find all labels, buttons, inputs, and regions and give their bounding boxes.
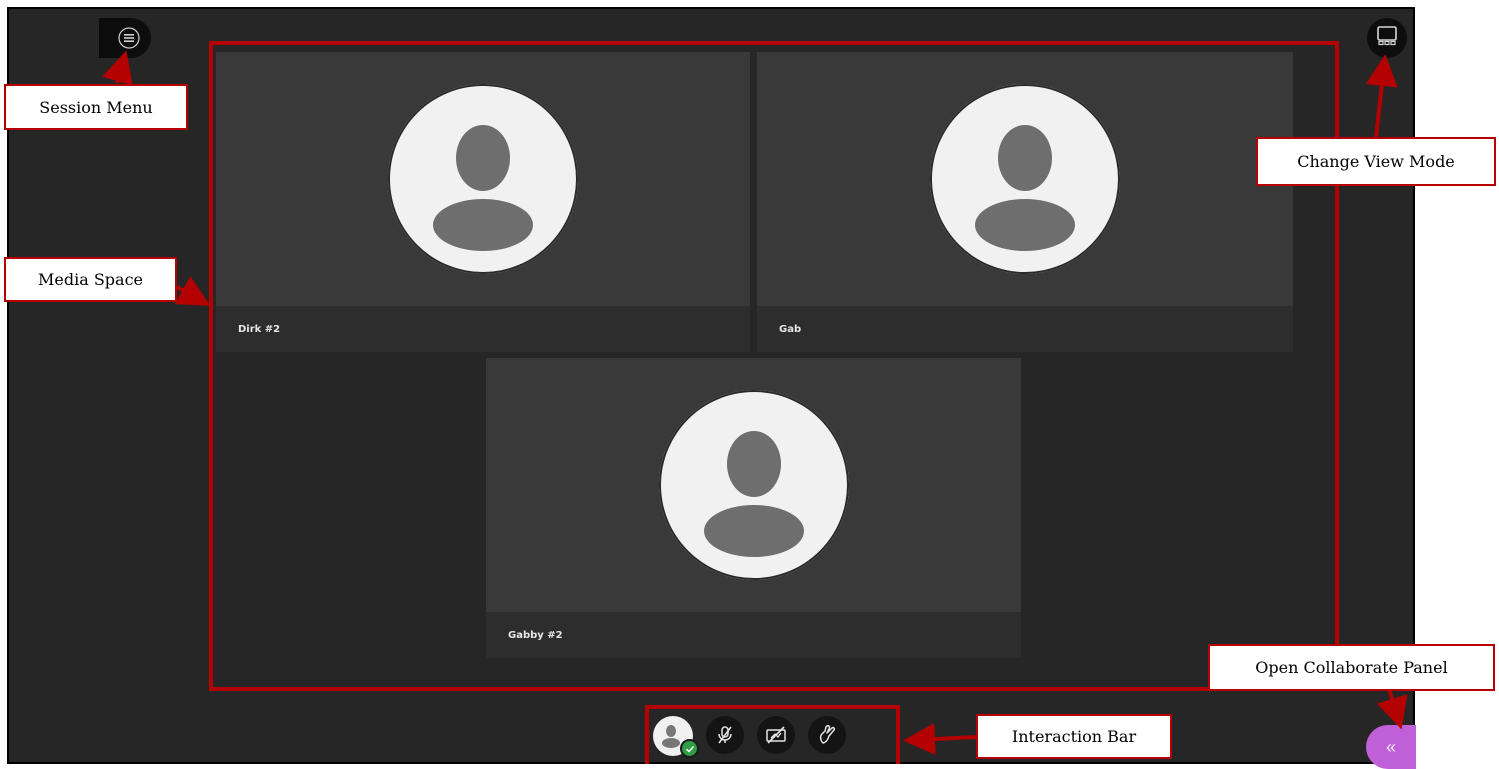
raise-hand-button[interactable]	[808, 716, 846, 754]
person-icon	[975, 125, 1075, 251]
participant-name: Dirk #2	[238, 324, 281, 335]
callout-interaction-bar: Interaction Bar	[976, 714, 1172, 759]
participant-tile[interactable]: Gabby #2	[486, 358, 1021, 658]
camera-button[interactable]	[757, 716, 795, 754]
person-icon	[433, 125, 533, 251]
callout-open-collaborate-panel: Open Collaborate Panel	[1208, 644, 1495, 691]
callout-session-menu: Session Menu	[4, 84, 188, 130]
double-chevron-left-icon: «	[1385, 736, 1396, 757]
open-collaborate-panel-button[interactable]: «	[1366, 725, 1416, 769]
callout-change-view-mode: Change View Mode	[1256, 137, 1496, 186]
camera-off-icon	[766, 726, 786, 744]
participant-tile[interactable]: Dirk #2	[216, 52, 750, 352]
check-icon	[685, 745, 694, 753]
session-menu-button[interactable]	[99, 18, 151, 58]
microphone-muted-icon	[718, 726, 732, 744]
callout-media-space: Media Space	[4, 257, 177, 302]
avatar	[658, 390, 849, 580]
participant-video	[486, 358, 1021, 612]
change-view-mode-button[interactable]	[1367, 18, 1407, 58]
person-icon	[703, 431, 804, 557]
participant-name: Gabby #2	[508, 630, 563, 641]
view-mode-icon	[1375, 24, 1399, 53]
participant-tile[interactable]: Gab	[757, 52, 1293, 352]
avatar	[388, 84, 578, 274]
participant-video	[757, 52, 1293, 306]
participant-video	[216, 52, 750, 306]
hamburger-icon	[118, 27, 140, 49]
microphone-button[interactable]	[706, 716, 744, 754]
status-check-badge	[680, 739, 699, 758]
avatar	[930, 84, 1120, 274]
participant-name: Gab	[779, 324, 802, 335]
raise-hand-icon	[819, 725, 835, 744]
